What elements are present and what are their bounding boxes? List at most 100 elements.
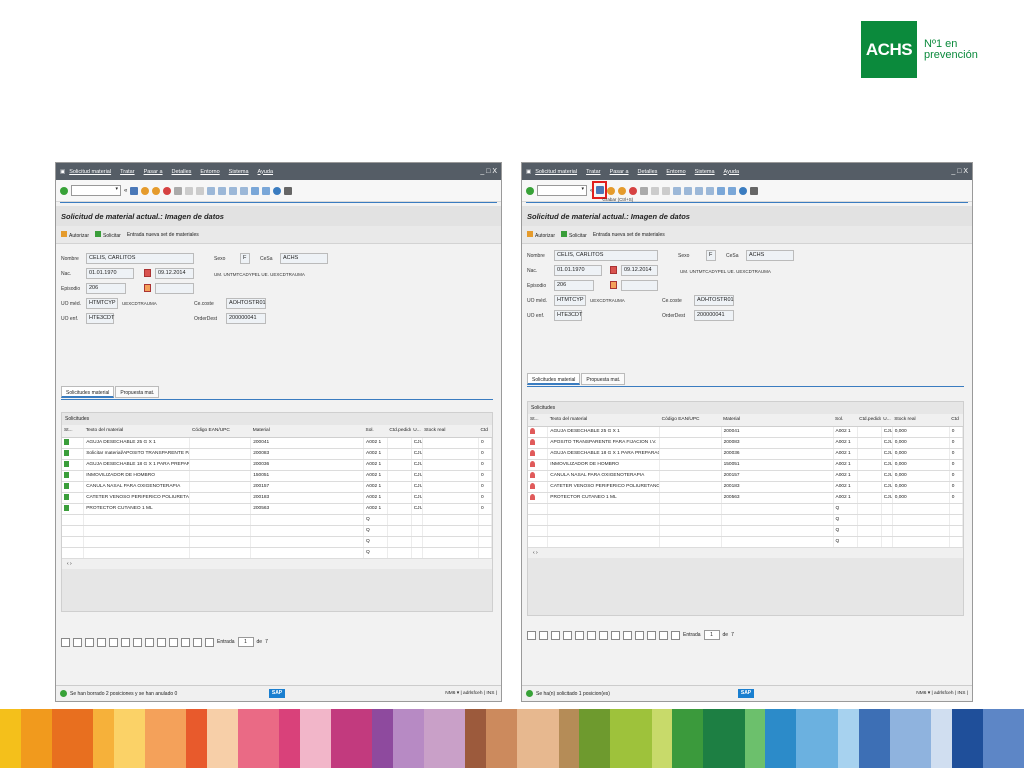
ctd-cell[interactable]: 0 bbox=[949, 448, 964, 460]
layout-icon[interactable] bbox=[750, 186, 759, 195]
tab-propuesta-mat[interactable]: Propuesta mat. bbox=[115, 386, 160, 398]
empty-cell[interactable] bbox=[411, 514, 423, 526]
material-cell[interactable]: 200041 bbox=[721, 426, 834, 438]
empty-cell[interactable] bbox=[547, 514, 661, 526]
save-icon[interactable] bbox=[130, 186, 139, 195]
deselect-icon[interactable] bbox=[73, 637, 82, 647]
solicitar-button[interactable]: Solicitar bbox=[95, 230, 121, 239]
uo-enf-field[interactable]: HTE3CDT bbox=[86, 313, 114, 324]
exit-icon[interactable] bbox=[152, 186, 161, 195]
empty-cell[interactable]: Q bbox=[833, 514, 858, 526]
empty-cell[interactable] bbox=[189, 514, 252, 526]
first-page-icon[interactable] bbox=[207, 186, 216, 195]
ctd-pedido-cell[interactable] bbox=[387, 437, 412, 449]
sol-cell[interactable]: A002 1 bbox=[833, 470, 858, 482]
first-entry-icon[interactable] bbox=[623, 630, 632, 640]
menu-item[interactable]: Tratar bbox=[586, 169, 600, 175]
horizontal-scrollbar[interactable]: ‹ › bbox=[528, 547, 963, 558]
material-cell[interactable]: 200157 bbox=[721, 470, 834, 482]
nombre-field[interactable]: CELIS, CARLITOS bbox=[86, 253, 194, 264]
horizontal-scrollbar[interactable]: ‹ › bbox=[62, 558, 492, 569]
ean-cell[interactable] bbox=[189, 503, 252, 515]
texto-cell[interactable]: AGUJA DESECHABLE 25 G X 1 bbox=[547, 426, 661, 438]
empty-cell[interactable] bbox=[528, 503, 549, 515]
exit-icon[interactable] bbox=[618, 186, 627, 195]
empty-cell[interactable] bbox=[189, 536, 252, 548]
ctd-pedido-cell[interactable] bbox=[857, 448, 882, 460]
status-cell[interactable] bbox=[62, 470, 85, 482]
sol-cell[interactable]: A002 1 bbox=[363, 448, 388, 460]
stock-cell[interactable] bbox=[422, 481, 479, 493]
col-ctd-pedido[interactable]: Ctd.pedido bbox=[857, 414, 882, 427]
ctd-cell[interactable]: 0 bbox=[949, 459, 964, 471]
u-cell[interactable]: CJU bbox=[411, 470, 423, 482]
empty-cell[interactable] bbox=[387, 525, 412, 537]
empty-cell[interactable] bbox=[892, 503, 950, 515]
empty-cell[interactable] bbox=[189, 547, 252, 559]
texto-cell[interactable]: CATETER VENOSO PERIFERICO POLIURETANO 20 bbox=[83, 492, 191, 504]
print-icon[interactable] bbox=[640, 186, 649, 195]
empty-cell[interactable] bbox=[949, 503, 964, 515]
texto-cell[interactable]: AGUJA DESECHABLE 18 G X 1 PARA PREPARACI bbox=[547, 448, 661, 460]
empty-table-row[interactable]: Q bbox=[528, 536, 964, 548]
empty-cell[interactable] bbox=[659, 514, 722, 526]
entrada-set-button[interactable]: Entrada nueva set de materiales bbox=[593, 232, 665, 238]
ctd-cell[interactable]: 0 bbox=[478, 470, 493, 482]
status-cell[interactable] bbox=[62, 492, 85, 504]
material-cell[interactable]: 200036 bbox=[250, 459, 364, 471]
find-next-icon[interactable] bbox=[196, 186, 205, 195]
export-icon[interactable] bbox=[145, 637, 154, 647]
empty-cell[interactable] bbox=[857, 514, 882, 526]
sol-cell[interactable]: A002 1 bbox=[833, 481, 858, 493]
empty-cell[interactable] bbox=[62, 514, 85, 526]
ean-cell[interactable] bbox=[659, 437, 722, 449]
stock-cell[interactable] bbox=[422, 470, 479, 482]
tab-solicitudes-material[interactable]: Solicitudes material bbox=[61, 386, 115, 398]
episodio-field[interactable]: 206 bbox=[554, 280, 594, 291]
texto-cell[interactable]: INMOVILIZADOR DE HOMBRO bbox=[83, 470, 191, 482]
empty-cell[interactable] bbox=[411, 536, 423, 548]
empty-cell[interactable] bbox=[881, 536, 893, 548]
table-row[interactable]: AGUJA DESECHABLE 25 G X 1 200041A002 1 CJU… bbox=[62, 437, 493, 449]
ctd-pedido-cell[interactable] bbox=[387, 503, 412, 515]
orderdest-field[interactable]: 200000041 bbox=[694, 310, 734, 321]
cesa-field[interactable]: ACHS bbox=[280, 253, 328, 264]
new-session-icon[interactable] bbox=[251, 186, 260, 195]
empty-cell[interactable] bbox=[892, 514, 950, 526]
print-icon[interactable] bbox=[174, 186, 183, 195]
ean-cell[interactable] bbox=[189, 437, 252, 449]
ctd-pedido-cell[interactable] bbox=[387, 448, 412, 460]
empty-cell[interactable] bbox=[62, 547, 85, 559]
empty-cell[interactable] bbox=[857, 525, 882, 537]
last-entry-icon[interactable] bbox=[193, 637, 202, 647]
u-cell[interactable]: CJU bbox=[881, 426, 893, 438]
empty-cell[interactable] bbox=[881, 525, 893, 537]
episodio-extra-field[interactable] bbox=[621, 280, 658, 291]
ctd-pedido-cell[interactable] bbox=[387, 470, 412, 482]
empty-cell[interactable]: Q bbox=[363, 514, 388, 526]
ctd-pedido-cell[interactable] bbox=[387, 481, 412, 493]
sol-cell[interactable]: A002 1 bbox=[363, 459, 388, 471]
col-sol[interactable]: Sol. bbox=[833, 414, 858, 427]
menu-item[interactable]: Ayuda bbox=[258, 169, 274, 175]
autorizar-button[interactable]: Autorizar bbox=[527, 230, 555, 239]
texto-cell[interactable]: APOSITO TRANSPARENTE PARA FIJACION I.V. bbox=[547, 437, 661, 449]
u-cell[interactable]: CJU bbox=[411, 503, 423, 515]
nombre-field[interactable]: CELIS, CARLITOS bbox=[554, 250, 658, 261]
empty-cell[interactable] bbox=[62, 536, 85, 548]
tab-solicitudes-material[interactable]: Solicitudes material bbox=[527, 373, 581, 385]
ctd-cell[interactable]: 0 bbox=[478, 437, 493, 449]
status-message[interactable]: Se han borrado 2 posiciones y se han anu… bbox=[70, 691, 177, 697]
col-ean[interactable]: Código EAN/UPC bbox=[189, 425, 251, 438]
window-controls[interactable]: _ □ X bbox=[480, 168, 497, 175]
table-row[interactable]: APOSITO TRANSPARENTE PARA FIJACION I.V. 2… bbox=[528, 437, 964, 449]
u-cell[interactable]: CJU bbox=[881, 448, 893, 460]
empty-cell[interactable]: Q bbox=[833, 536, 858, 548]
empty-cell[interactable] bbox=[478, 536, 493, 548]
table-row[interactable]: CATETER VENOSO PERIFERICO POLIURETANO 20… bbox=[62, 492, 493, 504]
empty-cell[interactable] bbox=[189, 525, 252, 537]
menu-item[interactable]: Detalles bbox=[638, 169, 658, 175]
empty-cell[interactable] bbox=[721, 525, 834, 537]
sexo-field[interactable]: F bbox=[240, 253, 250, 264]
autorizar-button[interactable]: Autorizar bbox=[61, 230, 89, 239]
